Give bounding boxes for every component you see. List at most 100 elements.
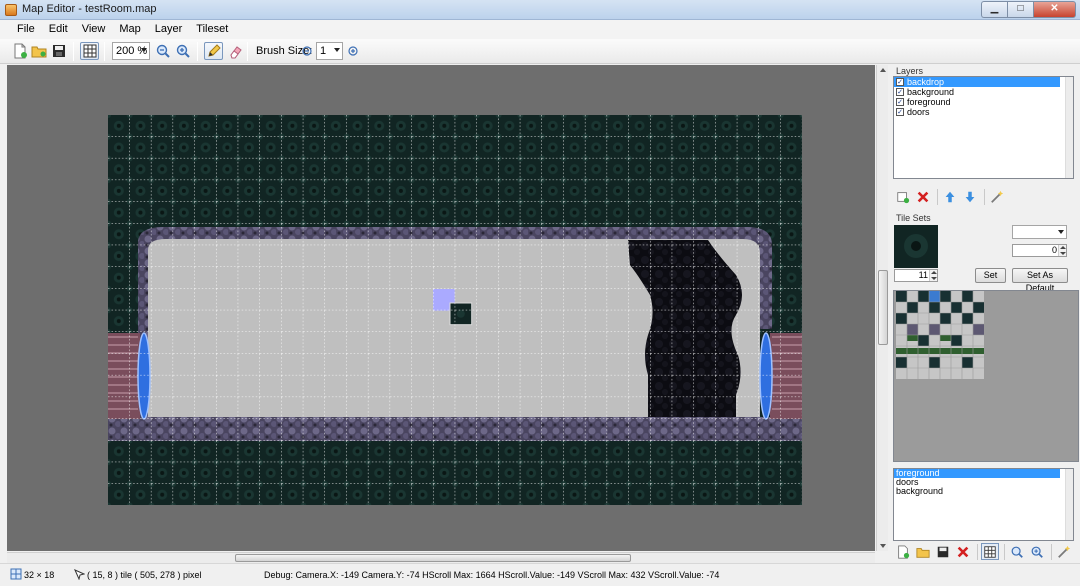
layer-order-scrollbar[interactable] — [1065, 469, 1073, 540]
tileset-zoom-out-button[interactable] — [1008, 543, 1026, 560]
button-separator — [1004, 543, 1005, 560]
spinner-icon[interactable] — [929, 270, 937, 281]
map-horizontal-scrollbar[interactable] — [7, 552, 875, 563]
pencil-tool-button[interactable] — [204, 42, 223, 60]
layer-item-doors[interactable]: ✓ doors — [894, 107, 1073, 117]
close-button[interactable]: ✕ — [1033, 1, 1076, 18]
save-button[interactable] — [51, 42, 67, 60]
layer-properties-button[interactable] — [988, 188, 1006, 205]
tileset-button-row — [894, 543, 1075, 560]
toolbar-separator — [104, 42, 105, 61]
button-separator — [984, 188, 985, 205]
checkbox-icon[interactable]: ✓ — [896, 88, 904, 96]
checkbox-icon[interactable]: ✓ — [896, 98, 904, 106]
pencil-icon — [207, 44, 221, 57]
arrow-up-icon — [945, 191, 955, 202]
map-size: 32 × 18 — [24, 570, 55, 580]
new-file-button[interactable] — [12, 42, 28, 60]
layer-name: background — [907, 87, 955, 97]
new-file-icon — [898, 544, 910, 559]
grid-toggle-button[interactable] — [80, 42, 99, 60]
layers-list-scrollbar[interactable] — [1065, 77, 1073, 178]
brush-minus-icon — [302, 46, 312, 56]
save-tileset-button[interactable] — [934, 543, 952, 560]
layers-list[interactable]: ✓ backdrop ✓ background ✓ foreground ✓ doors — [893, 76, 1074, 179]
zoom-out-icon — [156, 44, 170, 58]
open-button[interactable] — [31, 42, 47, 60]
checkbox-icon[interactable]: ✓ — [896, 108, 904, 116]
move-layer-up-button[interactable] — [941, 188, 959, 205]
map-canvas[interactable] — [108, 115, 802, 505]
zoom-out-button[interactable] — [155, 42, 171, 60]
brush-decrease-button[interactable] — [299, 42, 315, 60]
delete-icon — [917, 191, 929, 202]
brush-size-select[interactable]: 1 — [316, 42, 343, 60]
grid-icon — [83, 44, 96, 58]
add-layer-button[interactable] — [894, 188, 912, 205]
scroll-up-arrow-icon[interactable] — [880, 68, 886, 72]
chevron-down-icon — [141, 48, 147, 52]
menu-layer[interactable]: Layer — [148, 20, 190, 39]
open-tileset-button[interactable] — [914, 543, 932, 560]
layer-name: foreground — [907, 97, 951, 107]
title-bar: Map Editor - testRoom.map ▁ □ ✕ — [0, 0, 1080, 20]
open-folder-icon — [916, 547, 930, 558]
layer-item-backdrop[interactable]: ✓ backdrop — [894, 77, 1060, 87]
zoom-out-icon — [1011, 546, 1023, 558]
zoom-select[interactable]: 200 % — [112, 42, 150, 60]
menu-edit[interactable]: Edit — [42, 20, 75, 39]
brush-increase-button[interactable] — [345, 42, 361, 60]
menu-view[interactable]: View — [75, 20, 113, 39]
tile-preview — [894, 225, 938, 268]
tileset-zoom-in-button[interactable] — [1028, 543, 1046, 560]
order-item-background[interactable]: background — [894, 487, 1073, 496]
right-panel: Layers ✓ backdrop ✓ background ✓ foreground… — [889, 64, 1080, 564]
layer-name: backdrop — [907, 77, 945, 87]
cursor-position: ( 15, 8 ) tile ( 505, 278 ) pixel — [87, 570, 202, 580]
layer-item-background[interactable]: ✓ background — [894, 87, 1073, 97]
delete-tileset-button[interactable] — [954, 543, 972, 560]
horizontal-scroll-thumb[interactable] — [235, 554, 631, 562]
tile-index-value: 11 — [918, 270, 928, 280]
new-tileset-button[interactable] — [894, 543, 912, 560]
add-layer-icon — [897, 191, 910, 203]
tilesheet-image[interactable] — [896, 291, 984, 379]
tile-offset-input[interactable]: 0 — [1012, 244, 1067, 257]
eraser-tool-button[interactable] — [227, 42, 243, 60]
map-workspace[interactable] — [7, 65, 875, 551]
menu-file[interactable]: File — [10, 20, 42, 39]
menu-map[interactable]: Map — [112, 20, 147, 39]
scroll-down-arrow-icon[interactable] — [880, 544, 886, 548]
toolbar-separator — [197, 42, 198, 61]
layer-order-list[interactable]: foreground doors background — [893, 468, 1074, 541]
set-as-default-button[interactable]: Set As Default — [1012, 268, 1068, 293]
spinner-icon[interactable] — [1058, 245, 1066, 256]
layer-item-foreground[interactable]: ✓ foreground — [894, 97, 1073, 107]
window-title: Map Editor - testRoom.map — [22, 3, 157, 15]
tileset-grid-toggle-button[interactable] — [981, 543, 999, 560]
map-vertical-scrollbar[interactable] — [876, 65, 888, 551]
magic-wand-icon — [991, 190, 1004, 203]
vertical-scroll-thumb[interactable] — [878, 270, 888, 345]
menu-tileset[interactable]: Tileset — [189, 20, 235, 39]
layers-label: Layers — [896, 66, 924, 76]
checkbox-icon[interactable]: ✓ — [896, 78, 904, 86]
tile-index-input[interactable]: 11 — [894, 269, 938, 282]
tileset-select[interactable] — [1012, 225, 1067, 239]
new-file-icon — [14, 43, 27, 59]
save-icon — [937, 546, 949, 557]
maximize-button[interactable]: □ — [1007, 1, 1033, 18]
tilesheet-view[interactable] — [893, 290, 1079, 462]
zoom-in-button[interactable] — [175, 42, 191, 60]
delete-layer-button[interactable] — [914, 188, 932, 205]
tileset-properties-button[interactable] — [1055, 543, 1073, 560]
cursor-position-icon — [74, 569, 85, 580]
debug-info: Debug: Camera.X: -149 Camera.Y: -74 HScr… — [264, 570, 720, 580]
move-layer-down-button[interactable] — [961, 188, 979, 205]
zoom-in-icon — [176, 44, 190, 58]
minimize-button[interactable]: ▁ — [981, 1, 1007, 18]
tilesets-label: Tile Sets — [896, 213, 931, 223]
status-bar: 32 × 18 ( 15, 8 ) tile ( 505, 278 ) pixe… — [0, 563, 1080, 586]
chevron-down-icon — [334, 48, 340, 52]
set-button[interactable]: Set — [975, 268, 1006, 283]
